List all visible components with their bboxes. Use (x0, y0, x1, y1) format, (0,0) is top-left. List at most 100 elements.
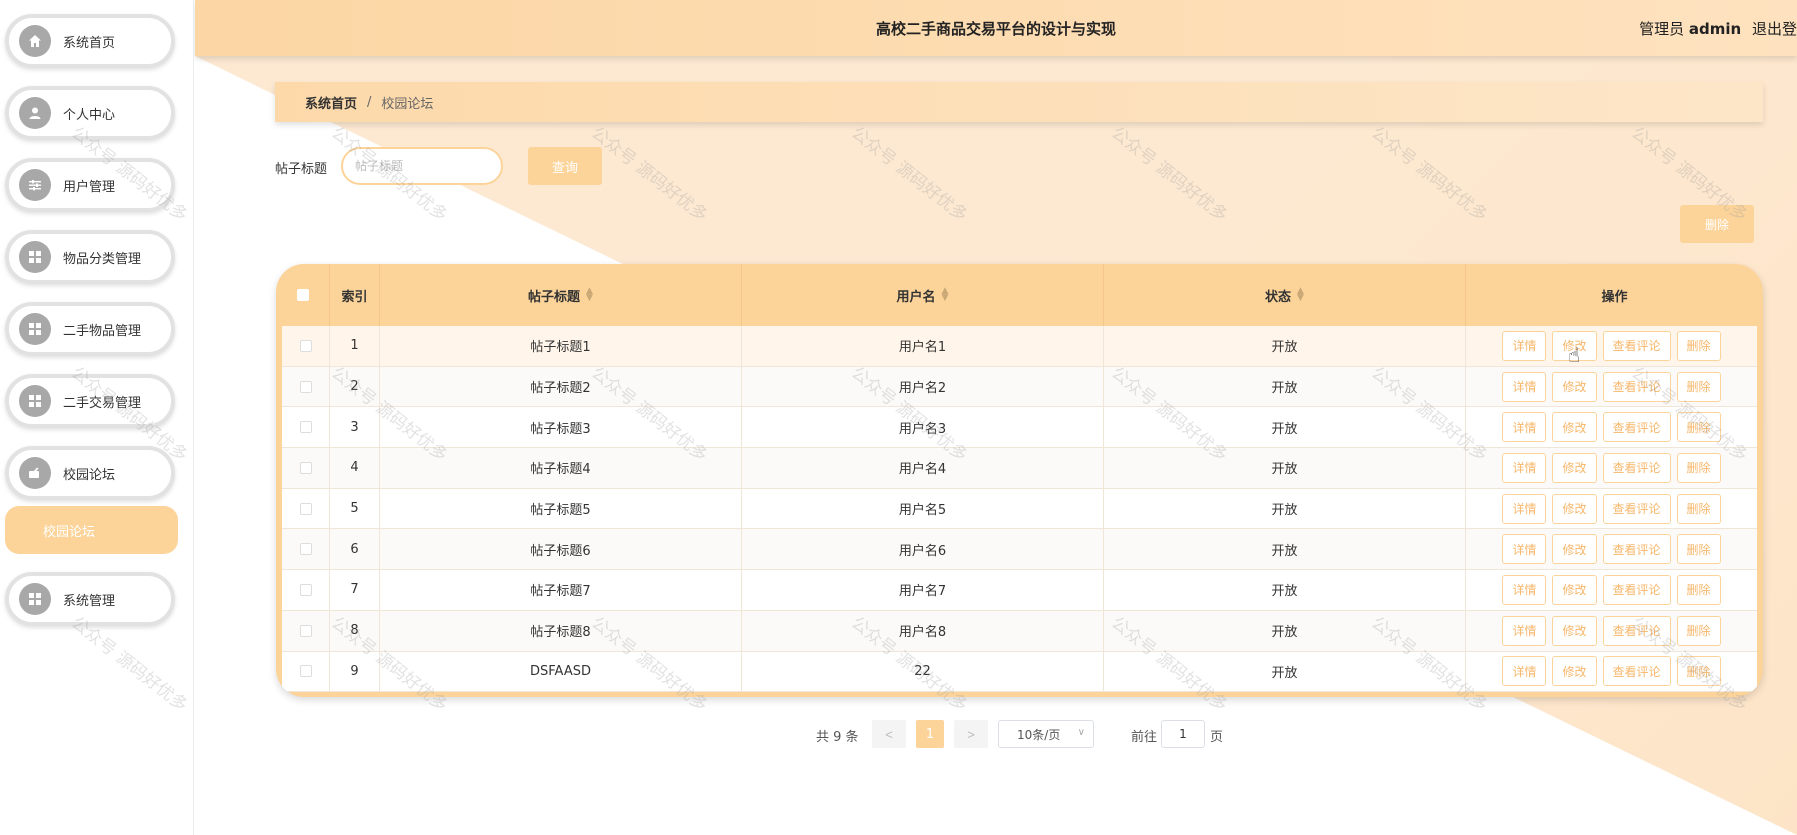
table-body: 1 帖子标题1 用户名1 开放 详情 修改 查看评论 删除 2 帖子标题2 用户名2 开放 详情 修改 查看… (282, 326, 1757, 693)
page-number[interactable]: 1 (916, 720, 944, 748)
sidebar-item-profile[interactable]: 个人中心 (5, 86, 175, 140)
detail-button[interactable]: 详情 (1502, 452, 1547, 483)
cell-username: 用户名1 (742, 326, 1104, 366)
chevron-down-icon: ∨ (1077, 727, 1085, 738)
row-delete-button[interactable]: 删除 (1676, 371, 1721, 402)
search-input[interactable] (341, 147, 503, 185)
detail-button[interactable]: 详情 (1502, 615, 1547, 646)
detail-button[interactable]: 详情 (1502, 656, 1547, 687)
row-delete-button[interactable]: 删除 (1676, 412, 1721, 443)
query-button[interactable]: 查询 (528, 147, 602, 185)
next-page-button[interactable]: > (954, 720, 988, 748)
row-checkbox[interactable] (299, 665, 312, 678)
table-row: 6 帖子标题6 用户名6 开放 详情 修改 查看评论 删除 (282, 529, 1757, 571)
row-checkbox-cell (282, 407, 330, 448)
detail-button[interactable]: 详情 (1502, 574, 1547, 605)
row-delete-button[interactable]: 删除 (1676, 534, 1721, 565)
sidebar-item-home[interactable]: 系统首页 (5, 14, 175, 68)
row-checkbox[interactable] (299, 624, 312, 637)
sort-icon[interactable]: ▲ ▼ (942, 287, 949, 303)
edit-button[interactable]: 修改 (1552, 574, 1597, 605)
sidebar-item-system[interactable]: 系统管理 (5, 572, 175, 626)
detail-button[interactable]: 详情 (1502, 412, 1547, 443)
mouse-cursor-icon: ☝ (1568, 343, 1581, 367)
sidebar-item-label: 个人中心 (63, 107, 116, 123)
table-row: 2 帖子标题2 用户名2 开放 详情 修改 查看评论 删除 (282, 366, 1757, 408)
sidebar-item-label: 系统管理 (63, 593, 116, 609)
row-checkbox[interactable] (299, 380, 312, 393)
view-comments-button[interactable]: 查看评论 (1602, 574, 1671, 605)
logout-link[interactable]: 退出登 (1752, 20, 1797, 38)
row-delete-button[interactable]: 删除 (1676, 330, 1721, 361)
sidebar-item-category[interactable]: 物品分类管理 (5, 230, 175, 284)
edit-button[interactable]: 修改 (1552, 656, 1597, 687)
table-row: 1 帖子标题1 用户名1 开放 详情 修改 查看评论 删除 (282, 326, 1757, 367)
row-checkbox[interactable] (299, 461, 312, 474)
detail-button[interactable]: 详情 (1502, 493, 1547, 524)
sidebar-item-label: 二手交易管理 (63, 395, 142, 411)
sidebar-item-label: 系统首页 (63, 35, 116, 51)
sidebar-item-forum[interactable]: 校园论坛 (5, 446, 175, 500)
edit-button[interactable]: 修改 (1552, 534, 1597, 565)
cell-index: 3 (330, 407, 380, 448)
cell-username: 用户名8 (742, 610, 1104, 651)
view-comments-button[interactable]: 查看评论 (1602, 452, 1671, 483)
cell-username: 用户名2 (742, 366, 1104, 407)
row-delete-button[interactable]: 删除 (1676, 656, 1721, 687)
column-header-label: 用户名 (896, 289, 936, 305)
cell-title: 帖子标题8 (380, 610, 742, 651)
edit-button[interactable]: 修改 (1552, 452, 1597, 483)
view-comments-button[interactable]: 查看评论 (1602, 330, 1671, 361)
prev-page-button[interactable]: < (872, 720, 906, 748)
view-comments-button[interactable]: 查看评论 (1602, 534, 1671, 565)
breadcrumb-home[interactable]: 系统首页 (305, 93, 357, 112)
select-all-checkbox[interactable] (296, 289, 309, 301)
row-delete-button[interactable]: 删除 (1676, 574, 1721, 605)
cell-title: 帖子标题5 (380, 488, 742, 529)
sidebar-item-trade[interactable]: 二手交易管理 (5, 374, 175, 428)
sidebar-item-users[interactable]: 用户管理 (5, 158, 175, 212)
pagination-total: 共 9 条 (816, 730, 859, 745)
row-checkbox[interactable] (299, 421, 312, 434)
edit-button[interactable]: 修改 (1552, 615, 1597, 646)
page-size-select[interactable]: 10条/页 ∨ (998, 720, 1094, 748)
column-header-status[interactable]: 状态 ▲ ▼ (1104, 264, 1466, 326)
table-row: 7 帖子标题7 用户名7 开放 详情 修改 查看评论 删除 (282, 570, 1757, 611)
column-header-title[interactable]: 帖子标题 ▲ ▼ (380, 264, 742, 326)
pagination: 共 9 条 < 1 > 10条/页 ∨ 前往 页 (0, 720, 1797, 748)
edit-button[interactable]: 修改 (1552, 371, 1597, 402)
cell-actions: 详情 修改 查看评论 删除 (1466, 652, 1757, 692)
detail-button[interactable]: 详情 (1502, 330, 1547, 361)
column-header-index: 索引 (330, 264, 380, 326)
row-checkbox[interactable] (299, 583, 312, 596)
sidebar-subitem-forum[interactable]: 校园论坛 (5, 506, 178, 554)
detail-button[interactable]: 详情 (1502, 534, 1547, 565)
goto-page-input[interactable] (1161, 720, 1205, 748)
grid-icon (19, 241, 51, 273)
column-header-label: 状态 (1265, 289, 1292, 305)
sort-icon[interactable]: ▲ ▼ (586, 287, 593, 303)
column-header-user[interactable]: 用户名 ▲ ▼ (742, 264, 1104, 326)
row-delete-button[interactable]: 删除 (1676, 615, 1721, 646)
edit-button[interactable]: 修改 (1552, 412, 1597, 443)
row-checkbox[interactable] (299, 543, 312, 556)
view-comments-button[interactable]: 查看评论 (1602, 615, 1671, 646)
view-comments-button[interactable]: 查看评论 (1602, 412, 1671, 443)
sidebar-item-goods[interactable]: 二手物品管理 (5, 302, 175, 356)
row-delete-button[interactable]: 删除 (1676, 452, 1721, 483)
view-comments-button[interactable]: 查看评论 (1602, 656, 1671, 687)
row-checkbox-cell (282, 529, 330, 570)
row-checkbox[interactable] (299, 339, 312, 352)
cell-title: DSFAASD (380, 651, 742, 692)
table-row: 8 帖子标题8 用户名8 开放 详情 修改 查看评论 删除 (282, 610, 1757, 652)
cell-username: 用户名7 (742, 570, 1104, 610)
edit-button[interactable]: 修改 (1552, 493, 1597, 524)
delete-button[interactable]: 删除 (1680, 205, 1754, 243)
sort-icon[interactable]: ▲ ▼ (1297, 287, 1304, 303)
detail-button[interactable]: 详情 (1502, 371, 1547, 402)
view-comments-button[interactable]: 查看评论 (1602, 493, 1671, 524)
row-delete-button[interactable]: 删除 (1676, 493, 1721, 524)
row-checkbox[interactable] (299, 502, 312, 515)
view-comments-button[interactable]: 查看评论 (1602, 371, 1671, 402)
cell-status: 开放 (1104, 651, 1466, 692)
